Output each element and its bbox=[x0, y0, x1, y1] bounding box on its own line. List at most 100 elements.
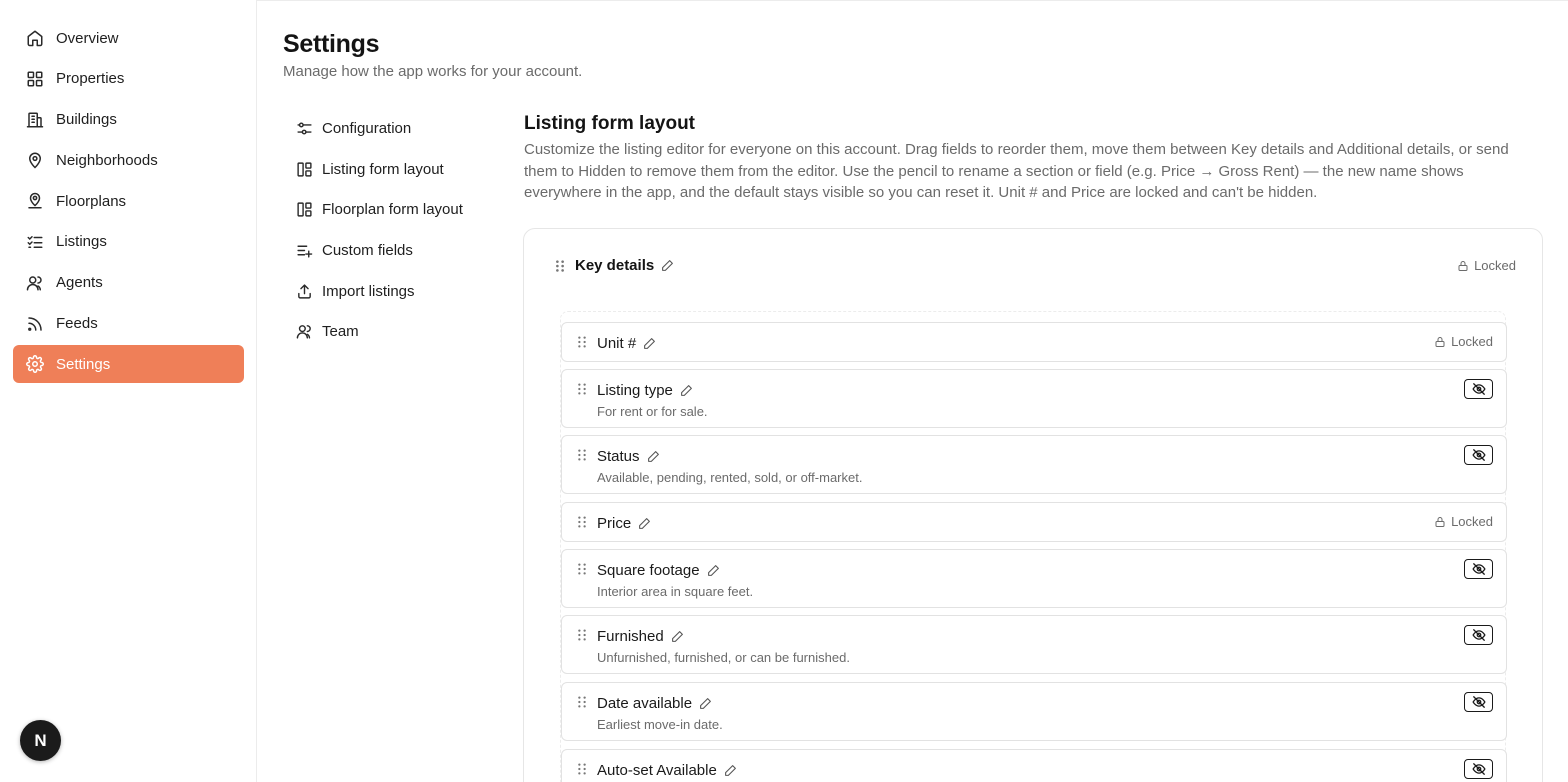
drag-handle-icon[interactable] bbox=[576, 762, 588, 776]
field-row-listing-type[interactable]: Listing type For rent or for sale. bbox=[561, 369, 1507, 428]
hide-field-button[interactable] bbox=[1464, 692, 1493, 712]
drag-handle-icon[interactable] bbox=[576, 628, 588, 642]
pencil-icon[interactable] bbox=[661, 259, 674, 272]
app-badge-button[interactable]: N bbox=[20, 720, 61, 761]
map-pin-icon bbox=[26, 151, 44, 169]
upload-icon bbox=[296, 283, 313, 300]
drag-handle-icon[interactable] bbox=[576, 515, 588, 529]
field-row-price[interactable]: Price Locked bbox=[561, 502, 1507, 542]
subnav-item-label: Team bbox=[322, 323, 359, 341]
field-name-text: Auto-set Available bbox=[597, 762, 717, 779]
sidebar-item-listings[interactable]: Listings bbox=[13, 223, 244, 261]
eye-off-icon bbox=[1471, 449, 1486, 461]
drag-handle-icon[interactable] bbox=[576, 448, 588, 462]
pencil-icon[interactable] bbox=[638, 517, 651, 530]
layout-icon bbox=[296, 201, 313, 218]
sidebar-item-label: Settings bbox=[56, 355, 111, 373]
subnav-item-label: Import listings bbox=[322, 282, 415, 300]
field-row-furnished[interactable]: Furnished Unfurnished, furnished, or can… bbox=[561, 615, 1507, 674]
drag-handle-icon[interactable] bbox=[576, 382, 588, 396]
sidebar-item-label: Listings bbox=[56, 233, 107, 251]
pencil-icon[interactable] bbox=[671, 630, 684, 643]
sidebar-item-floorplans[interactable]: Floorplans bbox=[13, 182, 244, 220]
hide-field-button[interactable] bbox=[1464, 445, 1493, 465]
field-description: Unfurnished, furnished, or can be furnis… bbox=[597, 650, 850, 665]
subnav-item-label: Configuration bbox=[322, 119, 412, 137]
field-name: Status bbox=[597, 448, 660, 465]
field-row-unit[interactable]: Unit # Locked bbox=[561, 322, 1507, 362]
home-icon bbox=[26, 29, 44, 47]
sidebar-item-properties[interactable]: Properties bbox=[13, 60, 244, 98]
field-row-date-available[interactable]: Date available Earliest move-in date. bbox=[561, 682, 1507, 741]
subnav-item-listing-form-layout[interactable]: Listing form layout bbox=[296, 149, 496, 190]
field-row-square-footage[interactable]: Square footage Interior area in square f… bbox=[561, 549, 1507, 608]
field-name-text: Square footage bbox=[597, 562, 700, 579]
pencil-icon[interactable] bbox=[680, 384, 693, 397]
eye-off-icon bbox=[1471, 563, 1486, 575]
field-row-status[interactable]: Status Available, pending, rented, sold,… bbox=[561, 435, 1507, 494]
subnav-item-team[interactable]: Team bbox=[296, 311, 496, 352]
sidebar-item-buildings[interactable]: Buildings bbox=[13, 101, 244, 139]
locked-label: Locked bbox=[1451, 514, 1493, 529]
users-icon bbox=[296, 323, 313, 340]
field-description: Available, pending, rented, sold, or off… bbox=[597, 470, 863, 485]
hide-field-button[interactable] bbox=[1464, 559, 1493, 579]
field-name: Furnished bbox=[597, 628, 684, 645]
drag-handle-icon[interactable] bbox=[576, 335, 588, 349]
drag-handle-icon[interactable] bbox=[576, 562, 588, 576]
sidebar-item-overview[interactable]: Overview bbox=[13, 19, 244, 57]
grid-icon bbox=[26, 70, 44, 88]
sidebar-item-feeds[interactable]: Feeds bbox=[13, 305, 244, 343]
user-pin-icon bbox=[26, 192, 44, 210]
drag-handle-icon[interactable] bbox=[554, 259, 566, 273]
page-subtitle: Manage how the app works for your accoun… bbox=[283, 63, 583, 80]
rss-icon bbox=[26, 315, 44, 333]
pencil-icon[interactable] bbox=[643, 337, 656, 350]
pencil-icon[interactable] bbox=[647, 450, 660, 463]
sidebar-item-settings[interactable]: Settings bbox=[13, 345, 244, 384]
page-title: Settings bbox=[283, 30, 380, 58]
pencil-icon[interactable] bbox=[699, 697, 712, 710]
field-name-text: Date available bbox=[597, 695, 693, 712]
sidebar-item-agents[interactable]: Agents bbox=[13, 264, 244, 302]
list-check-icon bbox=[26, 233, 44, 251]
subnav-item-label: Custom fields bbox=[322, 241, 413, 259]
subnav-item-import-listings[interactable]: Import listings bbox=[296, 271, 496, 312]
field-name-text: Status bbox=[597, 448, 640, 465]
field-name: Unit # bbox=[597, 335, 656, 352]
sidebar-item-label: Buildings bbox=[56, 111, 117, 129]
subnav-item-floorplan-form-layout[interactable]: Floorplan form layout bbox=[296, 189, 496, 230]
eye-off-icon bbox=[1471, 383, 1486, 395]
subnav-item-label: Listing form layout bbox=[322, 160, 444, 178]
hide-field-button[interactable] bbox=[1464, 379, 1493, 399]
gear-icon bbox=[26, 355, 44, 374]
subnav-item-custom-fields[interactable]: Custom fields bbox=[296, 230, 496, 271]
field-name-text: Furnished bbox=[597, 628, 664, 645]
list-plus-icon bbox=[296, 242, 313, 259]
field-description: Earliest move-in date. bbox=[597, 717, 723, 732]
hide-field-button[interactable] bbox=[1464, 625, 1493, 645]
drag-handle-icon[interactable] bbox=[576, 695, 588, 709]
pencil-icon[interactable] bbox=[707, 564, 720, 577]
field-name-text: Price bbox=[597, 515, 632, 532]
sidebar-item-label: Neighborhoods bbox=[56, 151, 158, 169]
subnav-item-configuration[interactable]: Configuration bbox=[296, 108, 496, 149]
hide-field-button[interactable] bbox=[1464, 759, 1493, 779]
locked-label: Locked bbox=[1474, 258, 1516, 273]
field-name-text: Listing type bbox=[597, 382, 673, 399]
field-name: Listing type bbox=[597, 382, 693, 399]
field-name: Date available bbox=[597, 695, 712, 712]
section-heading: Listing form layout bbox=[524, 113, 695, 134]
field-name: Price bbox=[597, 515, 651, 532]
sidebar: Overview Properties Buildings Neighborho… bbox=[0, 0, 257, 782]
lock-icon bbox=[1457, 260, 1469, 272]
building-icon bbox=[26, 111, 44, 129]
sidebar-item-neighborhoods[interactable]: Neighborhoods bbox=[13, 141, 244, 179]
locked-label: Locked bbox=[1451, 334, 1493, 349]
field-locked-badge: Locked bbox=[1434, 334, 1493, 349]
pencil-icon[interactable] bbox=[724, 764, 737, 777]
settings-subnav: Configuration Listing form layout Floorp… bbox=[296, 108, 496, 352]
field-description: For rent or for sale. bbox=[597, 404, 708, 419]
key-details-field-list: Unit # Locked Listing type For rent or f… bbox=[560, 311, 1507, 782]
field-row-auto-set-available[interactable]: Auto-set Available bbox=[561, 749, 1507, 782]
